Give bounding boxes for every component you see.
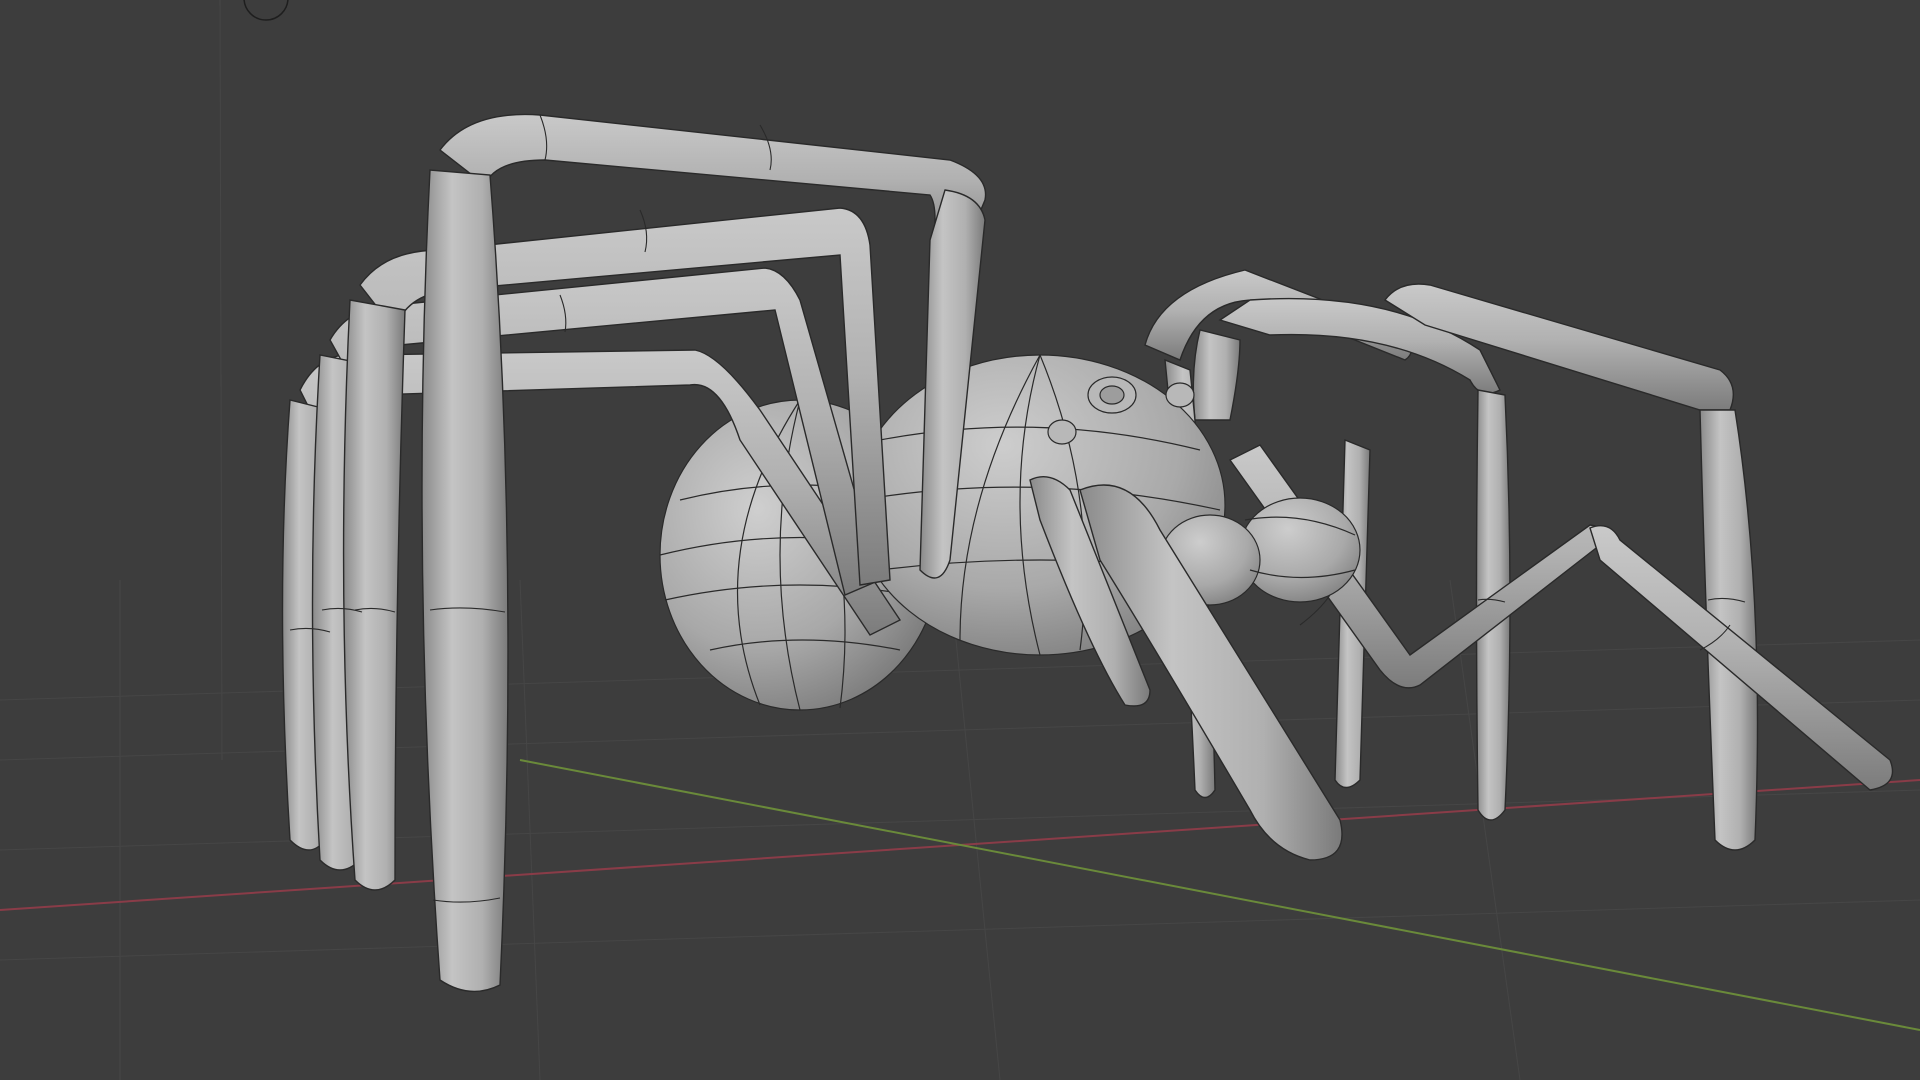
eye-right: [1165, 382, 1195, 408]
left-legs: [281, 113, 987, 993]
y-axis-line: [519, 759, 1920, 1031]
right-near-leg: [1228, 444, 1894, 791]
3d-viewport[interactable]: [0, 0, 1920, 1080]
origin-circle-icon: [243, 0, 289, 21]
eye-small: [1047, 419, 1077, 445]
viewport-canvas[interactable]: [0, 0, 1920, 1080]
